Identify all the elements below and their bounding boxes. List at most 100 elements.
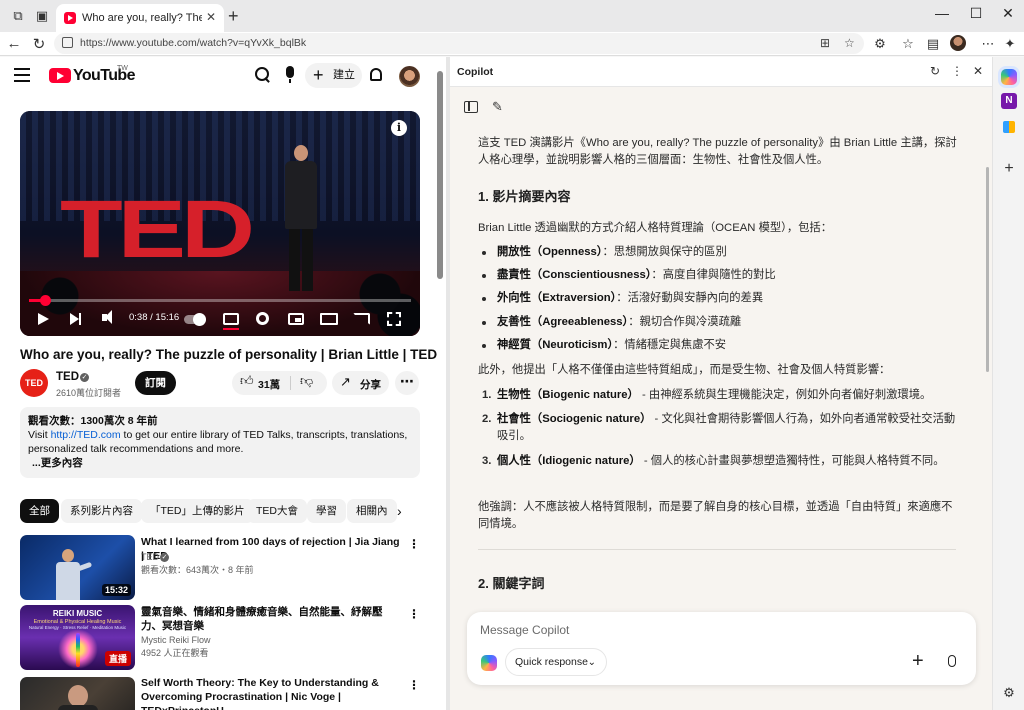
next-video-icon[interactable] bbox=[70, 313, 81, 325]
window-close-button[interactable]: ✕ bbox=[998, 5, 1018, 22]
response-intro: 這支 TED 演講影片《Who are you, really? The puz… bbox=[478, 137, 957, 166]
add-sidebar-app-icon[interactable]: + bbox=[1001, 161, 1017, 177]
close-icon[interactable]: ✕ bbox=[971, 64, 985, 78]
copilot-sidebar-icon[interactable] bbox=[1001, 69, 1017, 85]
voice-search-mic-icon[interactable] bbox=[286, 66, 294, 83]
miniplayer-icon[interactable] bbox=[288, 313, 304, 325]
scrollbar-thumb[interactable] bbox=[986, 167, 989, 372]
video-duration: 15:32 bbox=[101, 584, 131, 596]
menu-hamburger-icon[interactable] bbox=[14, 68, 30, 86]
collections-icon[interactable]: ▤ bbox=[925, 36, 941, 52]
response-mode-dropdown[interactable]: Quick response ⌄ bbox=[505, 648, 607, 676]
youtube-favicon-icon bbox=[64, 12, 76, 24]
extensions-icon[interactable]: ⚙ bbox=[872, 36, 888, 52]
address-bar[interactable]: https://www.youtube.com/watch?v=qYvXk_bq… bbox=[54, 33, 864, 54]
description-prefix: Visit bbox=[28, 429, 51, 441]
message-input[interactable]: Message Copilot bbox=[480, 623, 569, 637]
theater-mode-icon[interactable] bbox=[320, 313, 338, 325]
chip-ted-conference[interactable]: TED大會 bbox=[247, 499, 307, 523]
url-text[interactable]: https://www.youtube.com/watch?v=qYvXk_bq… bbox=[80, 37, 306, 49]
chips-next-chevron-icon[interactable]: › bbox=[397, 503, 402, 519]
favorite-star-icon[interactable]: ☆ bbox=[844, 36, 855, 50]
related-thumbnail[interactable] bbox=[20, 677, 135, 710]
more-actions-button[interactable]: ⋯ bbox=[395, 371, 419, 395]
bullet-desc: ：情緒穩定與焦慮不安 bbox=[613, 339, 727, 351]
app-available-icon[interactable]: ⊞ bbox=[820, 36, 830, 50]
youtube-pane: YouTube TW + 建立 TED i 0:38 / 15:16 Who a… bbox=[0, 57, 446, 710]
sidebar-settings-gear-icon[interactable]: ⚙ bbox=[1001, 685, 1017, 701]
more-options-icon[interactable]: ⋮ bbox=[950, 64, 964, 78]
attach-plus-icon[interactable]: + bbox=[912, 650, 924, 673]
play-icon[interactable] bbox=[38, 313, 49, 325]
back-arrow-icon[interactable]: ← bbox=[5, 35, 23, 52]
chip-learning[interactable]: 學習 bbox=[307, 499, 346, 523]
new-chat-edit-icon[interactable]: ✎ bbox=[492, 99, 503, 115]
settings-more-icon[interactable]: ⋯ bbox=[980, 36, 996, 52]
create-button[interactable]: + 建立 bbox=[305, 63, 362, 88]
thumbs-up-icon[interactable]: 👍︎ bbox=[240, 373, 254, 389]
chip-all[interactable]: 全部 bbox=[20, 499, 59, 523]
favorites-icon[interactable]: ☆ bbox=[900, 36, 916, 52]
related-thumbnail[interactable]: 15:32 bbox=[20, 535, 135, 600]
workspaces-icon[interactable]: ⧉ bbox=[10, 8, 26, 24]
channel-name[interactable]: TED bbox=[56, 371, 79, 383]
bullet-desc: ：活潑好動與安靜內向的差異 bbox=[616, 292, 764, 304]
browser-profile-avatar[interactable] bbox=[950, 35, 966, 51]
settings-gear-icon[interactable] bbox=[256, 312, 269, 325]
show-more-link[interactable]: ...更多內容 bbox=[32, 456, 83, 470]
site-info-icon[interactable] bbox=[62, 37, 73, 48]
subscribe-button[interactable]: 訂閱 bbox=[135, 371, 176, 395]
fullscreen-icon[interactable] bbox=[387, 312, 401, 326]
scrubber-handle[interactable] bbox=[40, 295, 52, 306]
ted-link[interactable]: http://TED.com bbox=[51, 429, 121, 441]
related-more-icon[interactable]: ⋮ bbox=[408, 537, 420, 551]
cast-icon[interactable] bbox=[353, 313, 370, 325]
video-player[interactable]: TED i 0:38 / 15:16 bbox=[20, 111, 420, 336]
browser-tab-youtube[interactable]: Who are you, really? The puzzle o ✕ bbox=[56, 4, 224, 32]
tab-close-icon[interactable]: ✕ bbox=[206, 10, 216, 24]
progress-bar[interactable] bbox=[29, 295, 411, 306]
autoplay-toggle[interactable] bbox=[184, 313, 206, 326]
info-card-icon[interactable]: i bbox=[391, 120, 407, 136]
related-title[interactable]: 靈氣音樂、情緒和身體療癒音樂、自然能量、紓解壓力、冥想音樂 bbox=[141, 605, 403, 633]
volume-icon[interactable] bbox=[102, 310, 112, 324]
description-box[interactable]: 觀看次數：1300萬次 8 年前 Visit http://TED.com to… bbox=[20, 407, 420, 478]
related-title[interactable]: What I learned from 100 days of rejectio… bbox=[141, 535, 403, 563]
item-desc: - 個人的核心計畫與夢想塑造獨特性，可能與人格特質不同。 bbox=[640, 455, 945, 467]
sidebar-toggle-icon[interactable] bbox=[464, 101, 478, 113]
tab-title: Who are you, really? The puzzle o bbox=[82, 12, 202, 24]
notifications-bell-icon[interactable] bbox=[370, 68, 382, 81]
thumbs-down-icon[interactable]: 👎︎ bbox=[300, 373, 313, 389]
new-tab-button[interactable]: + bbox=[228, 6, 239, 27]
account-avatar[interactable] bbox=[399, 66, 420, 87]
related-more-icon[interactable]: ⋮ bbox=[408, 607, 420, 621]
maximize-button[interactable]: ☐ bbox=[966, 5, 986, 22]
related-title[interactable]: Self Worth Theory: The Key to Understand… bbox=[141, 676, 403, 710]
office-icon[interactable] bbox=[1001, 119, 1017, 135]
scrollbar-thumb[interactable] bbox=[437, 71, 443, 279]
related-meta: 觀看次數：643萬次・8 年前 bbox=[141, 565, 254, 575]
refresh-icon[interactable]: ↻ bbox=[30, 35, 48, 53]
related-channel[interactable]: TED bbox=[141, 551, 159, 564]
chip-ted-uploads[interactable]: 「TED」上傳的影片 bbox=[141, 499, 254, 523]
share-button[interactable]: ↗ 分享 bbox=[332, 371, 389, 395]
refresh-icon[interactable]: ↻ bbox=[928, 64, 942, 78]
related-channel[interactable]: Mystic Reiki Flow bbox=[141, 634, 211, 647]
response-closing: 他強調：人不應該被人格特質限制，而是要了解自身的核心目標，並透過「自由特質」來適… bbox=[478, 501, 953, 530]
search-icon[interactable] bbox=[255, 67, 271, 83]
chip-series[interactable]: 系列影片內容 bbox=[61, 499, 142, 523]
verified-check-icon: ✓ bbox=[80, 373, 89, 382]
item-term: 個人性（Idiogenic nature） bbox=[497, 455, 641, 467]
chip-related[interactable]: 相關內 bbox=[347, 499, 397, 523]
minimize-button[interactable]: — bbox=[932, 5, 952, 21]
microphone-icon[interactable] bbox=[948, 655, 956, 667]
tab-actions-icon[interactable]: ▣ bbox=[34, 8, 50, 24]
onenote-icon[interactable]: N bbox=[1001, 93, 1017, 109]
channel-avatar[interactable]: TED bbox=[20, 369, 48, 397]
related-more-icon[interactable]: ⋮ bbox=[408, 678, 420, 692]
like-count[interactable]: 31萬 bbox=[258, 377, 280, 392]
item-desc: - 由神經系統與生理機能決定，例如外向者偏好刺激環境。 bbox=[638, 389, 932, 401]
related-thumbnail[interactable]: REIKI MUSIC Emotional & Physical Healing… bbox=[20, 605, 135, 670]
copilot-toolbar-icon[interactable]: ✦ bbox=[1002, 36, 1018, 52]
subtitles-icon[interactable] bbox=[223, 313, 239, 325]
